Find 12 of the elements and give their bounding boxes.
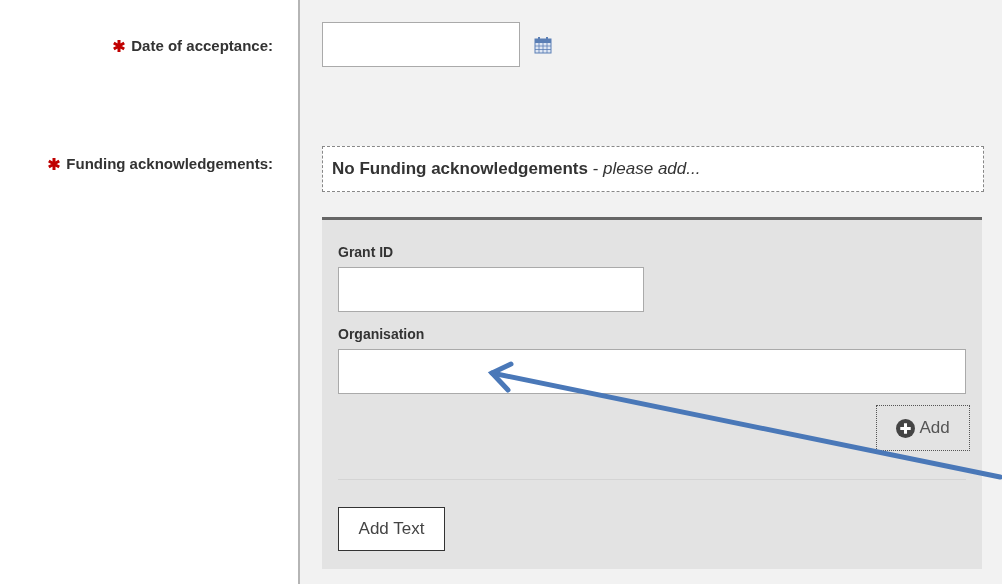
text-input-field[interactable] (338, 349, 966, 394)
calendar-icon[interactable] (534, 35, 552, 54)
field-label: Date of acceptance: (131, 37, 273, 54)
date-input-field[interactable] (322, 22, 520, 67)
field-label: Funding acknowledgements: (66, 155, 273, 172)
text-input-field[interactable] (338, 267, 644, 312)
field-label: Grant ID (338, 244, 395, 260)
plus-circle-icon (896, 418, 916, 438)
add-button[interactable]: Add (876, 405, 970, 451)
add-text-button[interactable]: Add Text (338, 507, 445, 551)
empty-funding-message: No Funding acknowledgements - please add... (322, 146, 984, 192)
field-label: Organisation (338, 326, 426, 342)
